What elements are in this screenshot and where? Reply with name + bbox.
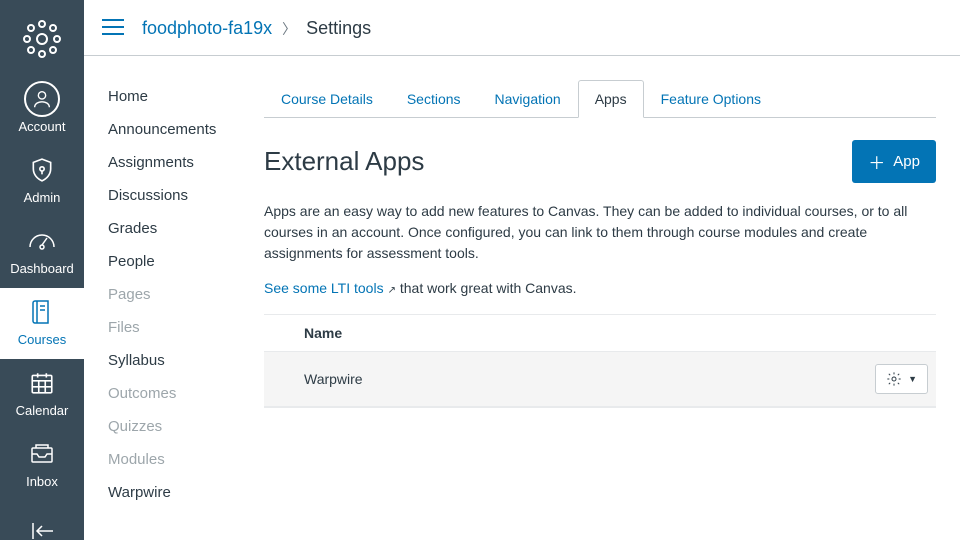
calendar-icon: [29, 369, 55, 397]
app-name-cell: Warpwire: [304, 371, 875, 387]
nav-label: Inbox: [26, 474, 58, 489]
breadcrumb-course-link[interactable]: foodphoto-fa19x: [142, 18, 272, 39]
inbox-icon: [29, 440, 55, 468]
course-nav-item[interactable]: Pages: [108, 278, 264, 311]
gear-icon: [886, 371, 902, 387]
topbar: foodphoto-fa19x 〉 Settings: [84, 0, 960, 56]
nav-label: Dashboard: [10, 261, 74, 276]
tab-feature-options[interactable]: Feature Options: [644, 80, 778, 118]
nav-admin[interactable]: Admin: [0, 146, 84, 217]
table-row: Warpwire ▼: [264, 352, 936, 407]
page-title: External Apps: [264, 146, 424, 177]
collapse-arrow-icon: [29, 517, 55, 545]
course-nav-item[interactable]: Files: [108, 311, 264, 344]
nav-dashboard[interactable]: Dashboard: [0, 217, 84, 288]
hamburger-menu-icon[interactable]: [102, 18, 124, 39]
nav-courses[interactable]: Courses: [0, 288, 84, 359]
nav-label: Admin: [24, 190, 61, 205]
add-app-button[interactable]: ＋ App: [852, 140, 936, 183]
plus-icon: ＋: [868, 149, 885, 174]
main-area: foodphoto-fa19x 〉 Settings Home Announce…: [84, 0, 960, 540]
tab-course-details[interactable]: Course Details: [264, 80, 390, 118]
tab-sections[interactable]: Sections: [390, 80, 478, 118]
lti-link-suffix: that work great with Canvas.: [400, 280, 577, 296]
nav-label: Calendar: [16, 403, 69, 418]
nav-collapse[interactable]: [0, 507, 84, 557]
course-nav-item[interactable]: Warpwire: [108, 476, 264, 509]
course-nav-item[interactable]: Quizzes: [108, 410, 264, 443]
settings-tabs: Course Details Sections Navigation Apps …: [264, 80, 936, 118]
apps-table: Name Warpwire ▼: [264, 314, 936, 408]
course-nav-item[interactable]: Assignments: [108, 146, 264, 179]
external-link-icon: ↗: [388, 285, 396, 296]
course-nav-item[interactable]: Discussions: [108, 179, 264, 212]
table-header-row: Name: [264, 315, 936, 352]
shield-icon: [29, 156, 55, 184]
app-settings-button[interactable]: ▼: [875, 364, 928, 394]
course-nav-item[interactable]: Grades: [108, 212, 264, 245]
course-nav-item[interactable]: People: [108, 245, 264, 278]
nav-label: Courses: [18, 332, 66, 347]
course-nav-item[interactable]: Outcomes: [108, 377, 264, 410]
dashboard-icon: [28, 227, 56, 255]
column-header-name: Name: [304, 325, 936, 341]
apps-description: Apps are an easy way to add new features…: [264, 201, 936, 264]
book-icon: [30, 298, 54, 326]
caret-down-icon: ▼: [908, 374, 917, 384]
lti-link-line: See some LTI tools ↗ that work great with…: [264, 280, 936, 296]
nav-account[interactable]: Account: [0, 75, 84, 146]
breadcrumb: foodphoto-fa19x 〉 Settings: [142, 18, 371, 39]
nav-label: Account: [19, 119, 66, 134]
course-nav-item[interactable]: Modules: [108, 443, 264, 476]
add-app-button-label: App: [893, 153, 920, 170]
course-nav: Home Announcements Assignments Discussio…: [84, 56, 264, 540]
breadcrumb-current: Settings: [306, 18, 371, 39]
course-nav-item[interactable]: Syllabus: [108, 344, 264, 377]
nav-calendar[interactable]: Calendar: [0, 359, 84, 430]
page-content: Course Details Sections Navigation Apps …: [264, 56, 960, 540]
global-nav: Account Admin Dashboard Courses: [0, 0, 84, 540]
course-nav-item[interactable]: Home: [108, 80, 264, 113]
course-nav-item[interactable]: Announcements: [108, 113, 264, 146]
lti-tools-link[interactable]: See some LTI tools: [264, 280, 384, 296]
tab-navigation[interactable]: Navigation: [478, 80, 578, 118]
nav-inbox[interactable]: Inbox: [0, 430, 84, 501]
tab-apps[interactable]: Apps: [578, 80, 644, 118]
chevron-right-icon: 〉: [282, 19, 296, 39]
user-avatar-icon: [24, 85, 60, 113]
canvas-logo-icon: [21, 18, 63, 63]
